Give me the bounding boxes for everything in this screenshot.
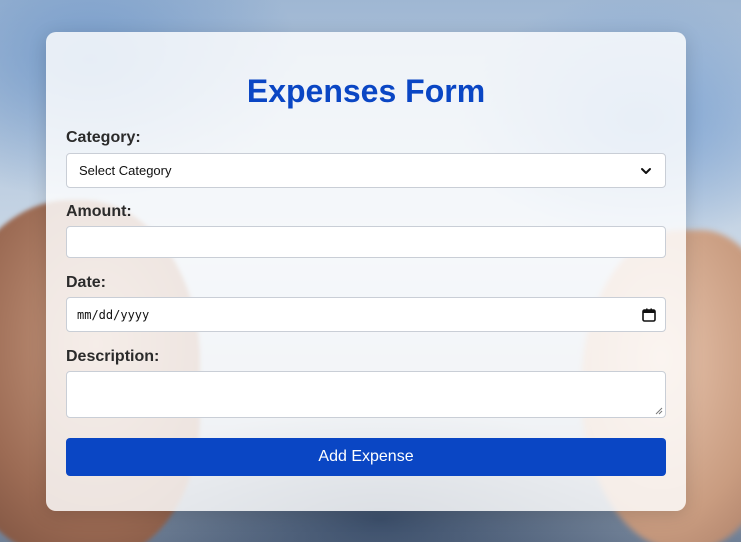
date-input[interactable]: mm/dd/yyyy [66,297,666,332]
amount-label: Amount: [66,203,132,220]
category-select-value: Select Category [79,163,172,178]
description-textarea[interactable] [66,371,666,418]
calendar-icon[interactable] [641,307,657,323]
chevron-down-icon [641,167,651,174]
category-select[interactable]: Select Category [66,153,666,188]
amount-input[interactable] [66,226,666,258]
resize-grip-icon[interactable] [655,407,663,415]
description-label: Description: [66,348,160,365]
add-expense-button[interactable]: Add Expense [66,438,666,476]
expenses-form-card: Expenses Form Category: Select Category … [46,32,686,511]
date-placeholder: mm/dd/yyyy [77,307,150,322]
category-label: Category: [66,129,141,146]
date-label: Date: [66,274,107,291]
form-title: Expenses Form [246,73,486,109]
